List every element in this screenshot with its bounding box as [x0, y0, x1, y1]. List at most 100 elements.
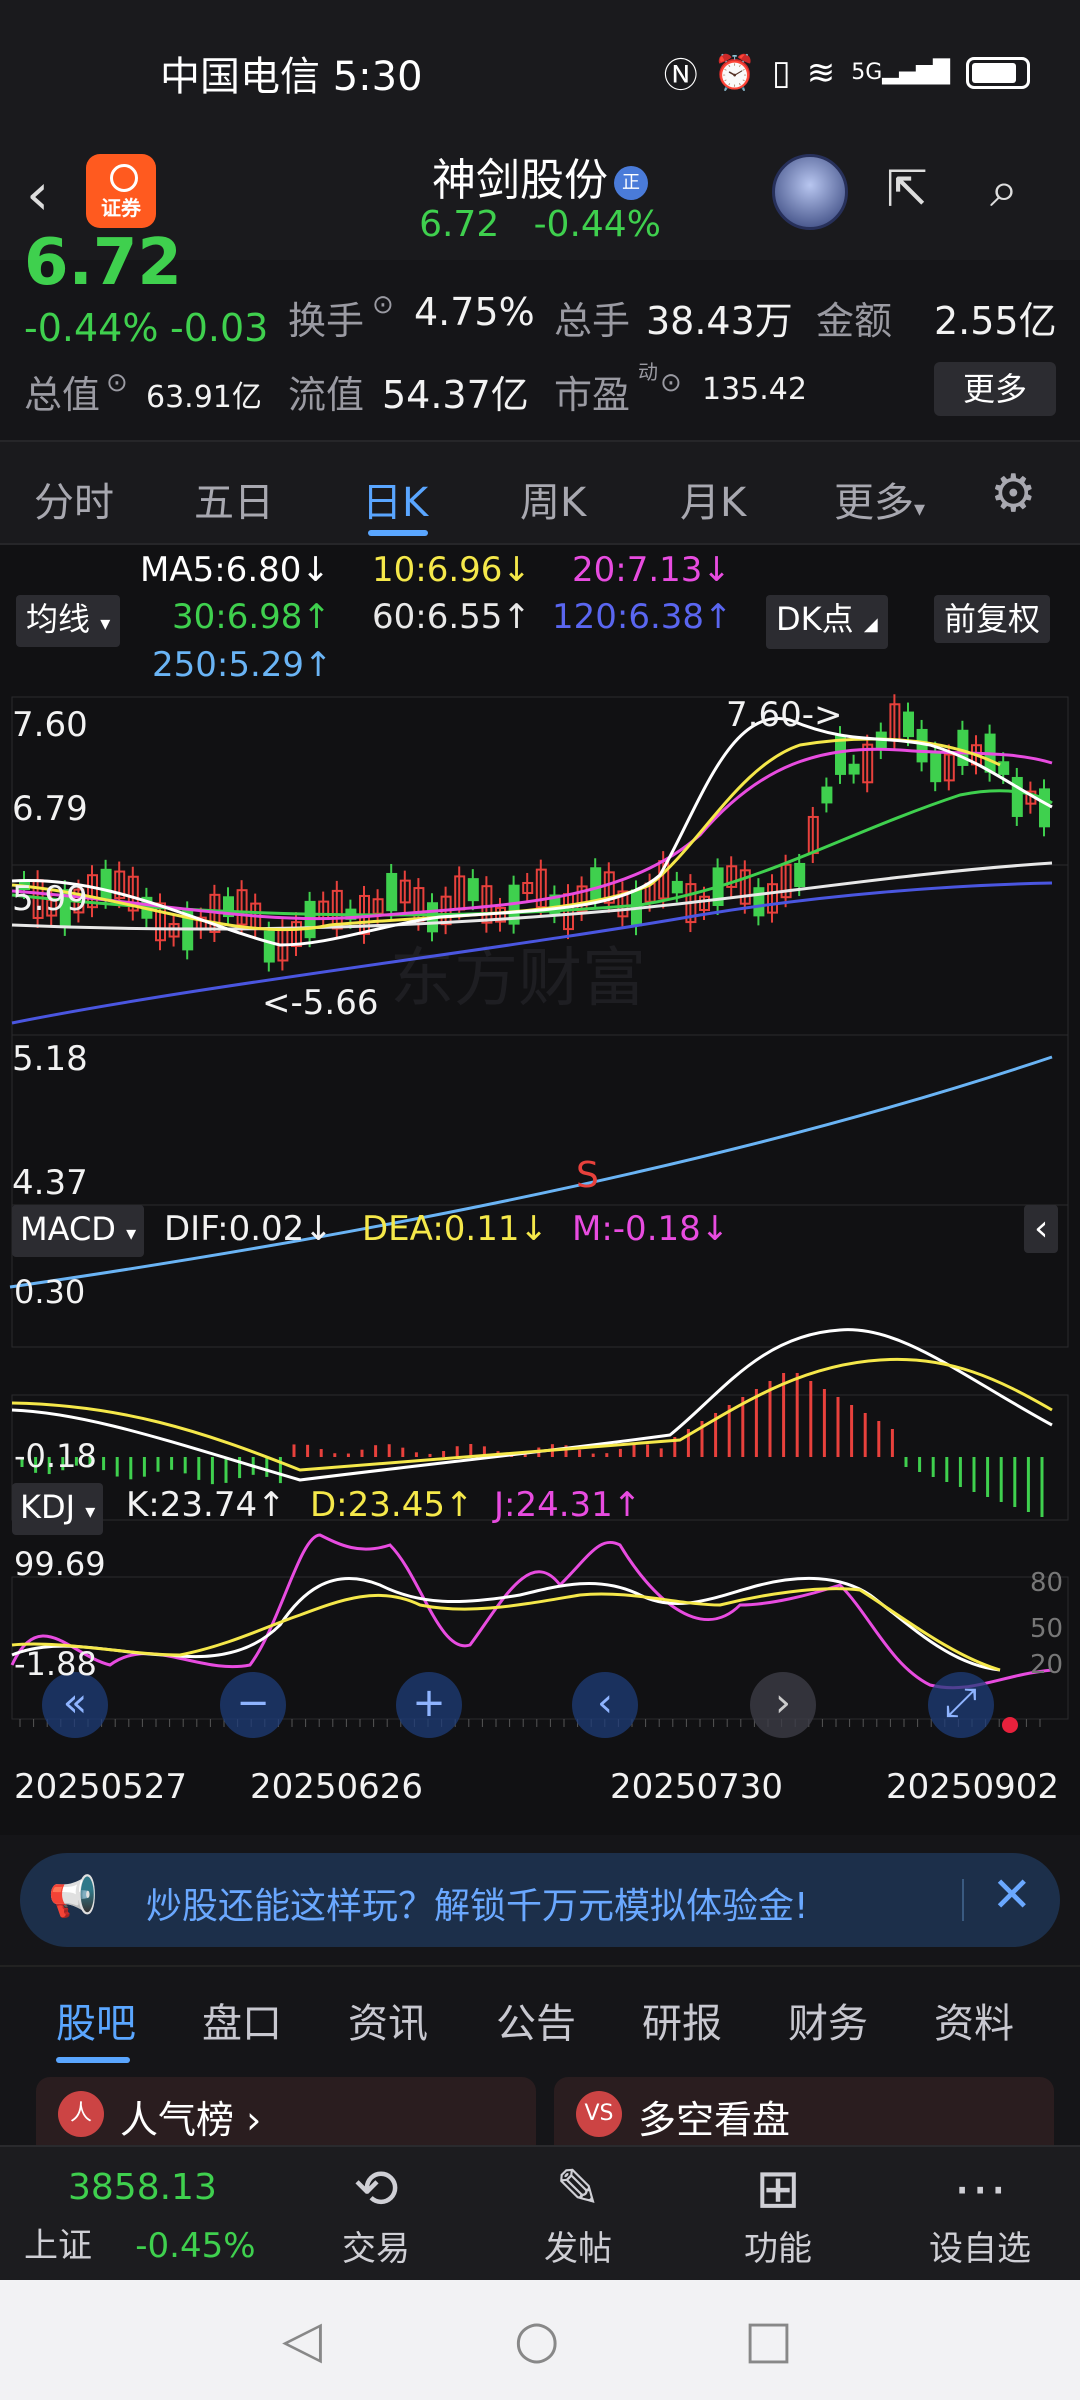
ma250-line: [9, 1055, 1053, 1289]
candle-body: [1039, 788, 1050, 828]
active-content-tab-indicator: [56, 2057, 130, 2063]
zheng-badge-icon: 正: [614, 166, 648, 200]
add-watchlist-button[interactable]: ⋯ 设自选: [910, 2157, 1050, 2270]
collapse-panel-icon[interactable]: ‹: [1024, 1205, 1059, 1253]
status-bar: 中国电信 5:30 Ⓝ ⏰ ▯ ≋ 5G▂▄▆█: [0, 0, 1080, 140]
scroll-left-icon[interactable]: ‹: [572, 1672, 638, 1738]
macd-y-top: 0.30: [14, 1273, 86, 1311]
post-button[interactable]: ✎ 发帖: [508, 2157, 648, 2270]
ma60-line: [11, 861, 1053, 931]
close-icon[interactable]: ✕: [992, 1867, 1032, 1923]
header-price: 6.72: [419, 204, 500, 245]
promo-banner[interactable]: 📢 炒股还能这样玩？解锁千万元模拟体验金! ✕: [20, 1853, 1060, 1947]
tab-guba[interactable]: 股吧: [56, 1991, 136, 2049]
tab-monthly-k[interactable]: 月K: [680, 470, 746, 528]
kdj-y-bottom: -1.88: [14, 1645, 97, 1683]
info-icon[interactable]: ⊙: [660, 368, 682, 398]
alarm-icon: ⏰: [713, 52, 757, 93]
index-name: 上证: [24, 2226, 92, 2266]
vs-icon: VS: [576, 2091, 622, 2137]
5g-signal-icon: 5G▂▄▆█: [851, 60, 950, 85]
kdj-j-line: [10, 1533, 1053, 1690]
candle-body: [671, 880, 683, 894]
ai-robot-icon[interactable]: [772, 154, 848, 230]
macd-y-bottom: -0.18: [14, 1437, 97, 1475]
high-annotation: 7.60->: [726, 695, 843, 735]
macd-dif: DIF:0.02↓: [164, 1209, 333, 1249]
float-label: 流值: [288, 373, 365, 417]
index-pct: -0.45%: [135, 2226, 256, 2266]
kline-y-label-3: 5.99: [12, 879, 88, 919]
nfc-icon: Ⓝ: [663, 56, 698, 96]
search-icon[interactable]: ⌕: [990, 160, 1018, 219]
tab-pankou[interactable]: 盘口: [202, 1991, 282, 2049]
popularity-title: 人气榜 ›: [120, 2098, 262, 2142]
info-icon[interactable]: ⊙: [106, 368, 128, 398]
kline-chart-area[interactable]: 均线 ▾ MA5:6.80↓ 10:6.96↓ 20:7.13↓ 30:6.98…: [0, 545, 1080, 1835]
zoom-in-icon[interactable]: +: [396, 1672, 462, 1738]
promo-text[interactable]: 炒股还能这样玩？解锁千万元模拟体验金!: [146, 1877, 808, 1929]
candle-body: [386, 872, 398, 912]
low-annotation: <-5.66: [262, 983, 379, 1023]
tab-finance[interactable]: 财务: [788, 1991, 868, 2049]
date-label-1: 20250527: [14, 1767, 188, 1807]
more-quote-button[interactable]: 更多: [934, 362, 1056, 416]
kdj-selector[interactable]: KDJ ▾: [12, 1483, 104, 1535]
watermark: 东方财富: [390, 942, 646, 1016]
kdj-k: K:23.74↑: [126, 1485, 286, 1525]
kline-grid: [11, 696, 1069, 1720]
trade-button[interactable]: ⟲ 交易: [306, 2157, 446, 2270]
vibrate-icon: ▯: [772, 52, 791, 93]
index-widget[interactable]: 3858.13 上证 -0.45%: [24, 2167, 256, 2267]
grid-icon: ⊞: [755, 2157, 801, 2220]
settings-gear-icon[interactable]: ⚙: [990, 464, 1037, 524]
nav-back-icon[interactable]: ◁: [282, 2310, 322, 2370]
banner-divider: [962, 1879, 964, 1921]
kline-y-label-2: 6.79: [12, 789, 88, 829]
kline-y-label-4: 5.18: [12, 1039, 88, 1079]
more-dots-icon: ⋯: [953, 2157, 1007, 2220]
candle-body: [848, 763, 860, 775]
tab-news[interactable]: 资讯: [348, 1991, 428, 2049]
tab-weekly-k[interactable]: 周K: [520, 470, 586, 528]
volume-value: 38.43万: [646, 299, 793, 343]
feature-cards: 人 人气榜 › VS 多空看盘: [0, 2065, 1080, 2167]
tab-announcement[interactable]: 公告: [496, 1991, 576, 2049]
candle-body: [590, 867, 602, 900]
alert-dot: [1002, 1717, 1018, 1733]
dropdown-icon: ▾: [126, 1221, 137, 1245]
macd-selector[interactable]: MACD ▾: [12, 1205, 145, 1257]
edit-icon: ✎: [555, 2157, 601, 2220]
zoom-out-icon[interactable]: −: [220, 1672, 286, 1738]
pe-dynamic-sup: 动: [638, 360, 658, 384]
popularity-icon: 人: [58, 2091, 104, 2137]
nav-home-icon[interactable]: ○: [514, 2310, 559, 2370]
candle-body: [998, 761, 1010, 775]
share-icon[interactable]: ⇱: [886, 160, 928, 218]
candle-body: [930, 750, 942, 783]
ma5-line: [11, 717, 1053, 947]
bottom-toolbar: 3858.13 上证 -0.45% ⟲ 交易 ✎ 发帖 ⊞ 功能 ⋯ 设自选: [0, 2145, 1080, 2280]
kdj-d: D:23.45↑: [310, 1485, 474, 1525]
mcap-value: 63.91亿: [146, 380, 262, 415]
tab-profile[interactable]: 资料: [934, 1991, 1014, 2049]
nav-recents-icon[interactable]: □: [744, 2310, 793, 2370]
quote-panel: 6.72 -0.44% -0.03 换手 ⊙ 4.75% 总手 38.43万 金…: [0, 226, 1080, 440]
tab-more[interactable]: 更多▾: [834, 470, 925, 528]
tab-daily-k[interactable]: 日K: [362, 470, 428, 528]
sell-signal-mark: S: [576, 1155, 599, 1196]
info-icon[interactable]: ⊙: [372, 290, 394, 320]
tab-five-day[interactable]: 五日: [194, 470, 274, 528]
turnover-value: 4.75%: [414, 290, 535, 334]
tab-intraday[interactable]: 分时: [34, 470, 114, 528]
candle-body: [753, 887, 765, 917]
scroll-right-icon[interactable]: ›: [750, 1672, 816, 1738]
macd-m: M:-0.18↓: [572, 1209, 730, 1249]
header-change: -0.44%: [533, 204, 661, 245]
kdj-j: J:24.31↑: [494, 1485, 642, 1525]
kline-svg[interactable]: 东方财富 80 50 20: [0, 545, 1080, 1835]
functions-button[interactable]: ⊞ 功能: [708, 2157, 848, 2270]
kdj-level-labels: 80 50 20: [1030, 1568, 1063, 1680]
fullscreen-icon[interactable]: ⤢: [928, 1672, 994, 1738]
tab-research[interactable]: 研报: [642, 1991, 722, 2049]
